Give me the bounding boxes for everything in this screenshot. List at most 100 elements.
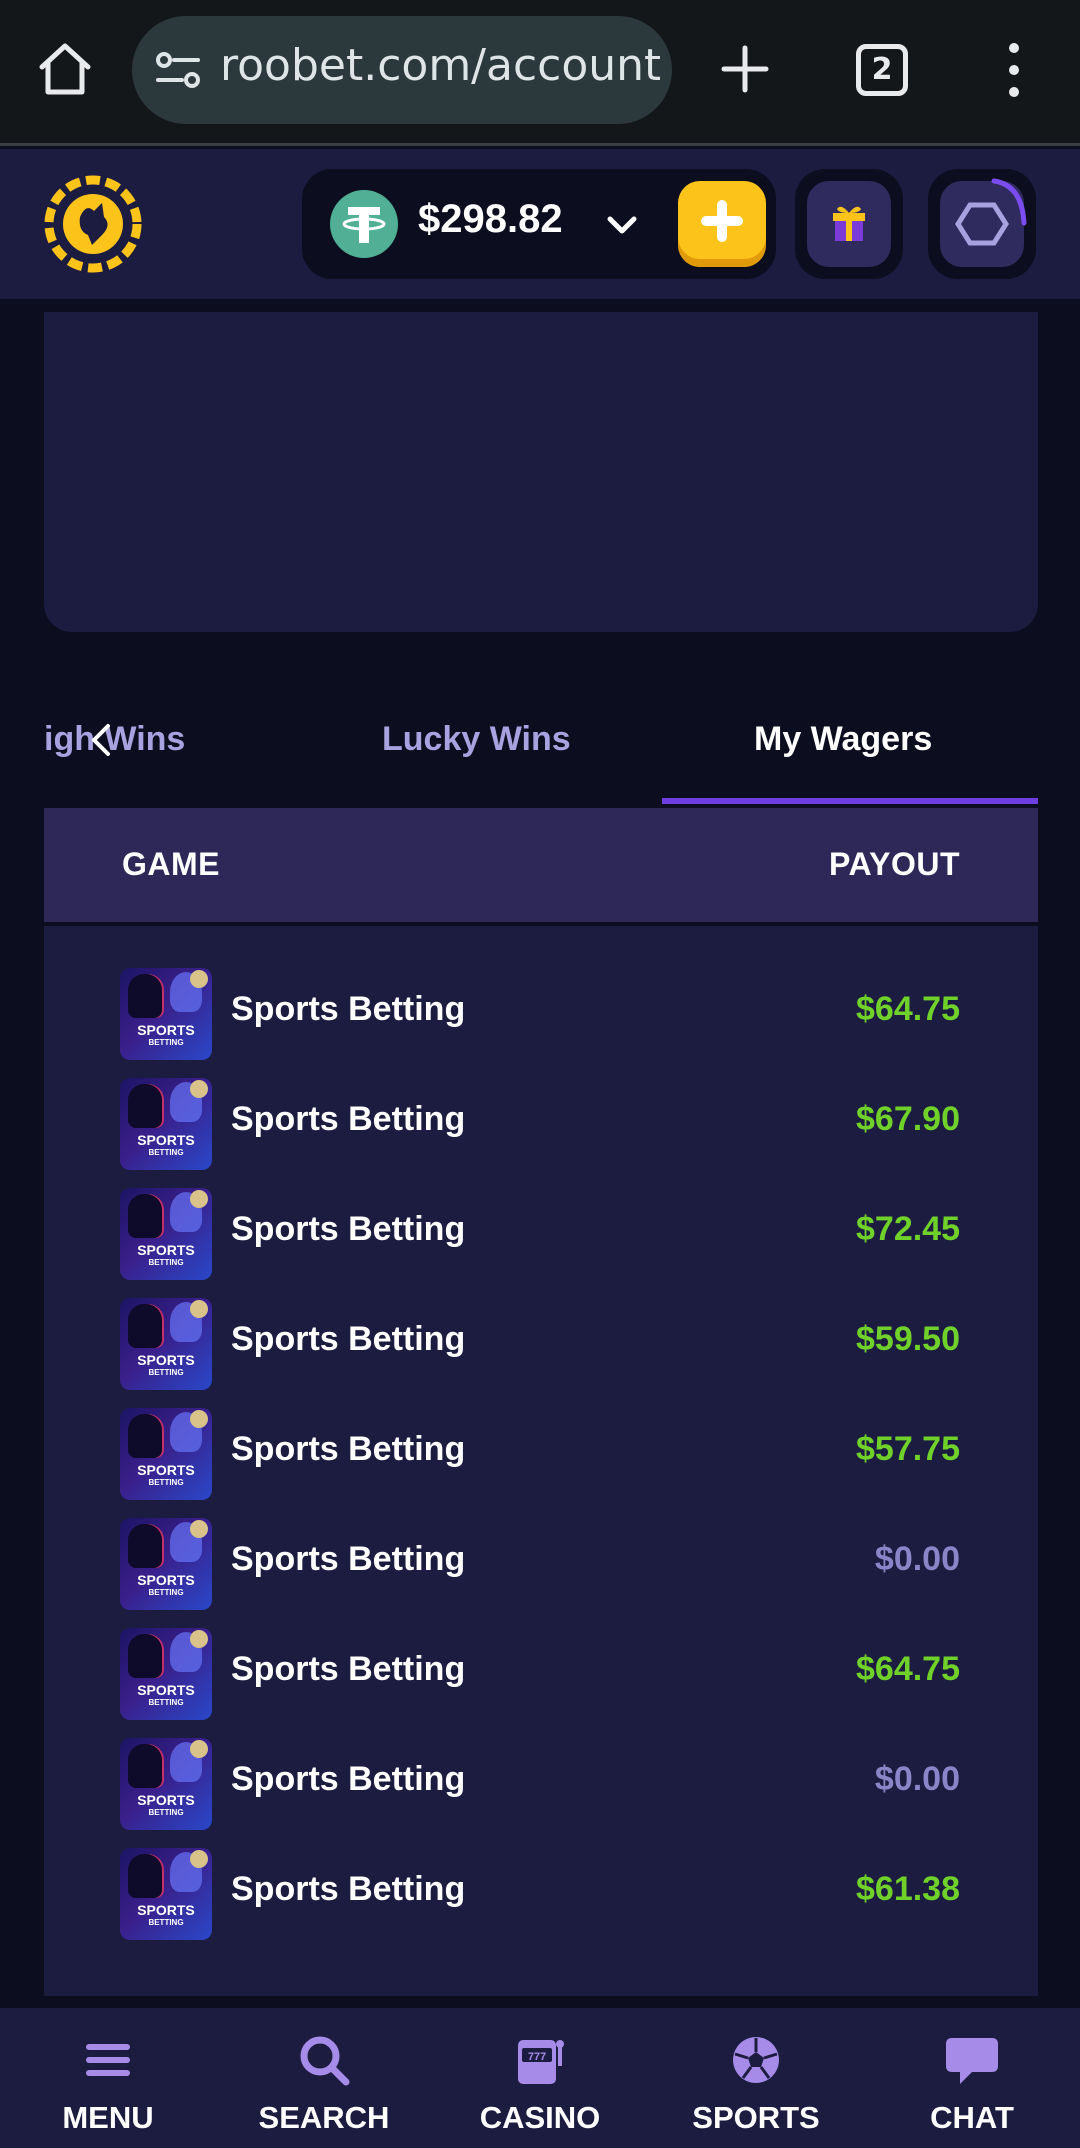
- nav-chat[interactable]: CHAT: [864, 2008, 1080, 2148]
- column-header-payout: PAYOUT: [828, 846, 960, 882]
- profile-button[interactable]: [928, 169, 1036, 279]
- sports-betting-thumbnail: SPORTS BETTING: [120, 1298, 212, 1390]
- payout-amount: $0.00: [874, 1760, 960, 1798]
- active-tab-indicator: [662, 798, 1038, 804]
- plus-icon: [701, 200, 743, 242]
- browser-toolbar: roobet.com/account-s 2: [0, 0, 1080, 146]
- thumbnail-subtitle: BETTING: [148, 1588, 184, 1597]
- table-row[interactable]: SPORTS BETTING Sports Betting $64.75: [44, 952, 1038, 1062]
- payout-amount: $67.90: [856, 1100, 960, 1138]
- thumbnail-subtitle: BETTING: [148, 1148, 184, 1157]
- game-name: Sports Betting: [231, 1320, 466, 1358]
- slot-machine-icon: 777: [518, 2040, 564, 2084]
- thumbnail-title: SPORTS: [137, 1132, 195, 1148]
- game-name: Sports Betting: [231, 1650, 466, 1688]
- url-text[interactable]: roobet.com/account-s: [220, 40, 660, 91]
- chevron-left-icon[interactable]: [86, 720, 114, 760]
- table-header: GAME PAYOUT: [44, 808, 1038, 922]
- payout-amount: $59.50: [856, 1320, 960, 1358]
- site-settings-icon[interactable]: [154, 50, 202, 90]
- payout-amount: $0.00: [874, 1540, 960, 1578]
- nav-menu[interactable]: MENU: [0, 2008, 216, 2148]
- game-name: Sports Betting: [231, 1430, 466, 1468]
- roobet-logo-icon[interactable]: [42, 173, 144, 275]
- game-name: Sports Betting: [231, 1210, 466, 1248]
- sports-betting-thumbnail: SPORTS BETTING: [120, 1408, 212, 1500]
- sports-betting-thumbnail: SPORTS BETTING: [120, 968, 212, 1060]
- chat-bubble-icon: [946, 2038, 998, 2084]
- table-row[interactable]: SPORTS BETTING Sports Betting $0.00: [44, 1502, 1038, 1612]
- thumbnail-title: SPORTS: [137, 1352, 195, 1368]
- nav-search[interactable]: SEARCH: [216, 2008, 432, 2148]
- table-row[interactable]: SPORTS BETTING Sports Betting $72.45: [44, 1172, 1038, 1282]
- level-progress-ring: [991, 178, 1027, 226]
- thumbnail-subtitle: BETTING: [148, 1368, 184, 1377]
- game-name: Sports Betting: [231, 1100, 466, 1138]
- thumbnail-title: SPORTS: [137, 1022, 195, 1038]
- chevron-down-icon[interactable]: [604, 207, 640, 243]
- thumbnail-title: SPORTS: [137, 1462, 195, 1478]
- sports-betting-thumbnail: SPORTS BETTING: [120, 1738, 212, 1830]
- sports-betting-thumbnail: SPORTS BETTING: [120, 1628, 212, 1720]
- more-vertical-icon[interactable]: [996, 40, 1032, 100]
- balance-amount: $298.82: [418, 197, 563, 241]
- tether-icon: [330, 190, 398, 258]
- gift-icon: [833, 206, 865, 241]
- table-row[interactable]: SPORTS BETTING Sports Betting $57.75: [44, 1392, 1038, 1502]
- thumbnail-subtitle: BETTING: [148, 1038, 184, 1047]
- sports-betting-thumbnail: SPORTS BETTING: [120, 1518, 212, 1610]
- table-row[interactable]: SPORTS BETTING Sports Betting $0.00: [44, 1722, 1038, 1832]
- payout-amount: $61.38: [856, 1870, 960, 1908]
- nav-casino[interactable]: 777 CASINO: [432, 2008, 648, 2148]
- thumbnail-title: SPORTS: [137, 1242, 195, 1258]
- new-tab-icon[interactable]: [716, 40, 774, 98]
- tab-switcher-button[interactable]: 2: [856, 44, 908, 96]
- home-icon[interactable]: [36, 40, 94, 98]
- game-name: Sports Betting: [231, 1870, 466, 1908]
- thumbnail-subtitle: BETTING: [148, 1258, 184, 1267]
- thumbnail-subtitle: BETTING: [148, 1698, 184, 1707]
- deposit-button[interactable]: [678, 181, 766, 267]
- nav-sports[interactable]: SPORTS: [648, 2008, 864, 2148]
- payout-amount: $64.75: [856, 1650, 960, 1688]
- payout-amount: $72.45: [856, 1210, 960, 1248]
- game-name: Sports Betting: [231, 1760, 466, 1798]
- tab-lucky-wins[interactable]: Lucky Wins: [382, 720, 571, 759]
- thumbnail-subtitle: BETTING: [148, 1478, 184, 1487]
- thumbnail-title: SPORTS: [137, 1902, 195, 1918]
- wallet-balance[interactable]: $298.82: [302, 169, 776, 279]
- tab-my-wagers[interactable]: My Wagers: [754, 720, 932, 759]
- soccer-ball-icon: [733, 2037, 779, 2083]
- payout-amount: $57.75: [856, 1430, 960, 1468]
- bottom-navigation: MENU SEARCH 777 CASINO SPORTS CHAT: [0, 2008, 1080, 2148]
- table-row[interactable]: SPORTS BETTING Sports Betting $67.90: [44, 1062, 1038, 1172]
- sports-betting-thumbnail: SPORTS BETTING: [120, 1848, 212, 1940]
- wagers-table: SPORTS BETTING Sports Betting $64.75 SPORTS B…: [44, 926, 1038, 1996]
- game-name: Sports Betting: [231, 1540, 466, 1578]
- thumbnail-subtitle: BETTING: [148, 1918, 184, 1927]
- rewards-button[interactable]: [795, 169, 903, 279]
- table-row[interactable]: SPORTS BETTING Sports Betting $59.50: [44, 1282, 1038, 1392]
- sports-betting-thumbnail: SPORTS BETTING: [120, 1188, 212, 1280]
- nav-menu-label: MENU: [62, 2100, 154, 2135]
- url-bar[interactable]: roobet.com/account-s: [132, 16, 672, 124]
- nav-search-label: SEARCH: [258, 2100, 390, 2135]
- thumbnail-title: SPORTS: [137, 1572, 195, 1588]
- wager-tabs: igh Wins Lucky Wins My Wagers: [44, 700, 1038, 810]
- nav-chat-label: CHAT: [930, 2100, 1014, 2135]
- search-icon: [300, 2036, 350, 2086]
- menu-icon: [86, 2044, 130, 2076]
- site-header: $298.82: [0, 149, 1080, 299]
- thumbnail-title: SPORTS: [137, 1682, 195, 1698]
- thumbnail-subtitle: BETTING: [148, 1808, 184, 1817]
- nav-sports-label: SPORTS: [692, 2100, 820, 2135]
- sports-betting-thumbnail: SPORTS BETTING: [120, 1078, 212, 1170]
- svg-text:777: 777: [528, 2051, 546, 2063]
- table-row[interactable]: SPORTS BETTING Sports Betting $64.75: [44, 1612, 1038, 1722]
- stats-panel: [44, 312, 1038, 632]
- tab-high-wins[interactable]: igh Wins: [44, 720, 185, 759]
- table-row[interactable]: SPORTS BETTING Sports Betting $61.38: [44, 1832, 1038, 1942]
- payout-amount: $64.75: [856, 990, 960, 1028]
- thumbnail-title: SPORTS: [137, 1792, 195, 1808]
- game-name: Sports Betting: [231, 990, 466, 1028]
